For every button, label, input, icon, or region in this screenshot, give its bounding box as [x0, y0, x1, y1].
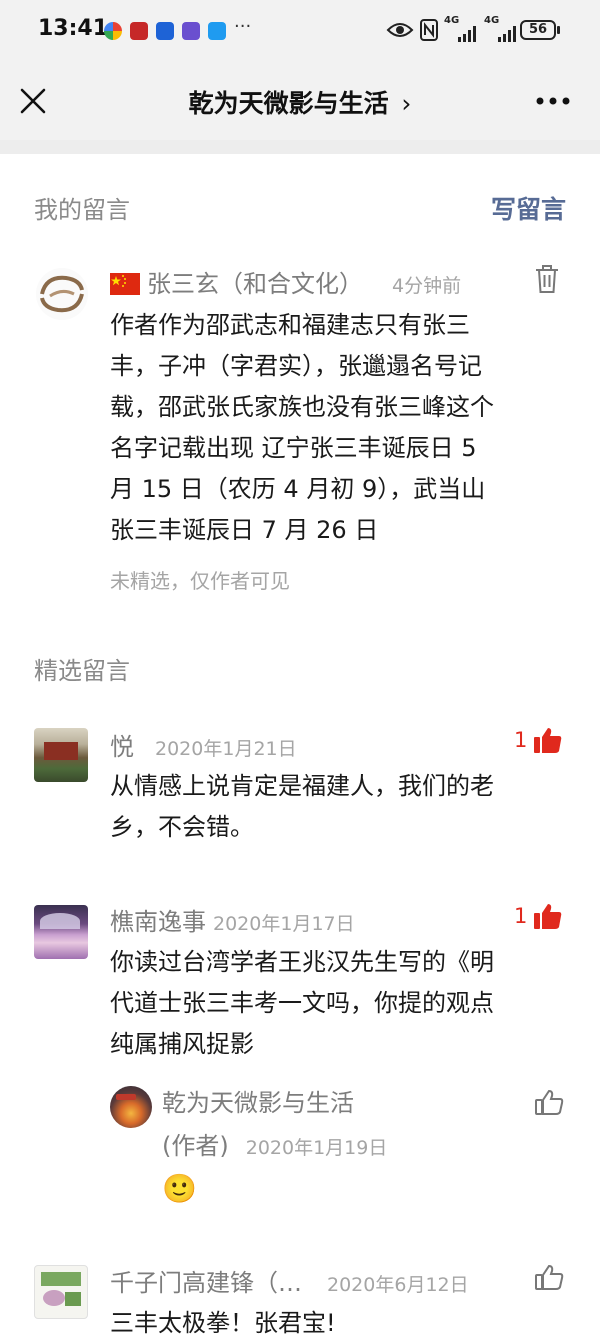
write-comment-button[interactable]: 写留言	[491, 190, 566, 226]
comment-body: 作者作为邵武志和福建志只有张三 丰，子冲（字君实），张邋遢名号记 载，邵武张氏家…	[110, 305, 560, 551]
comment-line: 名字记载出现 辽宁张三丰诞辰日 5	[110, 434, 477, 462]
comment-author-line: 悦 2020年1月21日	[110, 727, 297, 762]
comment-author-line: 张三玄（和合文化） 4分钟前	[110, 264, 461, 299]
like-count: 1	[514, 728, 528, 752]
nfc-icon	[420, 19, 438, 41]
comment-author[interactable]: 悦	[110, 733, 134, 761]
avatar-banner	[41, 1272, 81, 1286]
emoji-smile: 🙂	[162, 1172, 197, 1205]
comment-line: 你读过台湾学者王兆汉先生写的《明	[110, 948, 494, 976]
reply-author-line: 乾为天微影与生活	[162, 1083, 354, 1118]
signal-icon	[498, 26, 516, 42]
stamp-mark	[116, 1094, 136, 1100]
thumb-up-icon	[534, 728, 562, 753]
thumb-up-outline-icon[interactable]	[534, 1088, 564, 1116]
like-button[interactable]: 1	[514, 902, 563, 930]
comment-line: 纯属捕风捉影	[110, 1030, 254, 1058]
my-comments-heading: 我的留言	[34, 196, 130, 224]
comment-line: 张三丰诞辰日 7 月 26 日	[110, 516, 379, 544]
comment-body: 三丰太极拳！张君宝!	[110, 1303, 560, 1344]
thumb-up-icon	[534, 904, 562, 929]
eye-icon	[386, 23, 414, 37]
page-title[interactable]: 乾为天微影与生活 ›	[0, 84, 600, 120]
comment-line: 乡，不会错。	[110, 813, 254, 841]
app-notification-icon	[208, 22, 226, 40]
comment-line: 从情感上说肯定是福建人，我们的老	[110, 772, 494, 800]
signal-icon	[458, 26, 476, 42]
avatar[interactable]	[34, 905, 88, 959]
comment-time: 4分钟前	[392, 275, 462, 297]
trash-icon[interactable]	[534, 264, 560, 294]
avatar-leaf	[65, 1292, 81, 1306]
like-button[interactable]: 1	[514, 726, 563, 754]
comment-author[interactable]: 樵南逸事	[110, 908, 206, 936]
network-type-label: 4G	[444, 15, 460, 26]
chevron-right-icon: ›	[401, 89, 412, 118]
thumb-up-outline-icon[interactable]	[534, 1263, 564, 1291]
reply-time: 2020年1月19日	[245, 1137, 388, 1159]
visibility-note: 未精选，仅作者可见	[110, 569, 290, 593]
network-type-label: 4G	[484, 15, 500, 26]
battery-icon: 56	[520, 20, 556, 40]
comment-line: 作者作为邵武志和福建志只有张三	[110, 311, 470, 339]
comment-line: 载，邵武张氏家族也没有张三峰这个	[110, 393, 494, 421]
comment-time: 2020年6月12日	[327, 1274, 469, 1296]
china-flag-icon	[110, 273, 140, 295]
status-time: 13:41	[38, 16, 109, 41]
app-notification-icon	[130, 22, 148, 40]
app-notification-icon	[156, 22, 174, 40]
more-icon[interactable]	[536, 97, 570, 105]
comment-line: 代道士张三丰考一文吗，你提的观点	[110, 989, 494, 1017]
hehe-logo-icon	[40, 275, 84, 313]
nav-bar: 乾为天微影与生活 ›	[0, 62, 600, 140]
more-notifications-icon: ···	[234, 16, 252, 37]
battery-tip	[557, 26, 560, 34]
avatar[interactable]	[34, 728, 88, 782]
like-count: 1	[514, 904, 528, 928]
comment-body: 你读过台湾学者王兆汉先生写的《明 代道士张三丰考一文吗，你提的观点 纯属捕风捉影	[110, 942, 560, 1065]
comment-body: 从情感上说肯定是福建人，我们的老 乡，不会错。	[110, 766, 560, 848]
mountain-shape	[40, 913, 80, 929]
author-role: (作者)	[162, 1132, 229, 1160]
comment-author[interactable]: 千子门高建锋（…	[110, 1269, 302, 1297]
status-bar: 13:41 ··· 4G 4G 56	[0, 0, 600, 62]
comment-line: 丰，子冲（字君实），张邋遢名号记	[110, 352, 482, 380]
comment-author[interactable]: 张三玄（和合文化）	[147, 270, 363, 298]
avatar[interactable]	[36, 268, 88, 320]
featured-comments-heading: 精选留言	[34, 657, 130, 685]
battery-level: 56	[528, 22, 548, 37]
avatar[interactable]	[110, 1086, 152, 1128]
app-notification-icon	[104, 22, 122, 40]
reply-author[interactable]: 乾为天微影与生活	[162, 1089, 354, 1117]
comment-author-line: 樵南逸事 2020年1月17日	[110, 902, 355, 937]
comment-time: 2020年1月17日	[213, 913, 355, 935]
comment-line: 三丰太极拳！张君宝!	[110, 1309, 336, 1337]
section-divider	[0, 140, 600, 154]
avatar-flower	[43, 1290, 65, 1306]
app-notification-icon	[182, 22, 200, 40]
comment-time: 2020年1月21日	[155, 738, 297, 760]
avatar[interactable]	[34, 1265, 88, 1319]
temple-roof-shape	[44, 742, 78, 760]
account-name: 乾为天微影与生活	[188, 89, 389, 118]
reply-meta-line: (作者) 2020年1月19日	[162, 1126, 387, 1161]
comment-author-line: 千子门高建锋（… 2020年6月12日	[110, 1263, 469, 1298]
comment-line: 月 15 日（农历 4 月初 9），武当山	[110, 475, 486, 503]
